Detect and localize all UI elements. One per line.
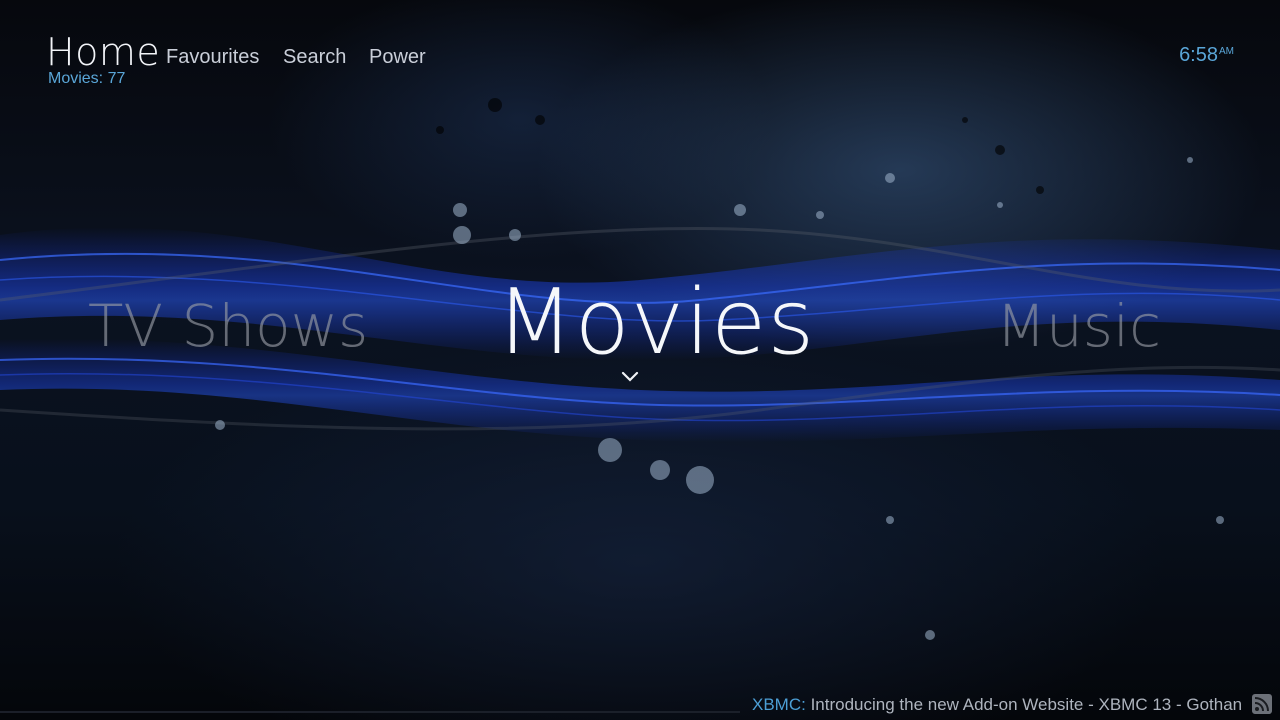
ticker-text: Introducing the new Add-on Website - XBM… [810, 695, 1243, 714]
menu-item-movies[interactable]: Movies [496, 270, 815, 375]
news-ticker[interactable]: XBMC: Introducing the new Add-on Website… [752, 695, 1252, 715]
menu-item-tv-shows[interactable]: TV Shows [88, 292, 368, 360]
rss-glyph [1254, 697, 1269, 712]
ticker-source: XBMC: [752, 695, 806, 714]
menu-item-music[interactable]: Music [996, 292, 1161, 360]
library-count: Movies: 77 [48, 70, 126, 87]
clock-time: 6:58 [1179, 44, 1218, 66]
nav-search[interactable]: Search [283, 46, 346, 69]
nav-favourites[interactable]: Favourites [166, 46, 259, 69]
chevron-down-icon[interactable] [621, 371, 639, 383]
page-title: Home [46, 30, 161, 74]
rss-icon [1252, 694, 1272, 714]
nav-power[interactable]: Power [369, 46, 426, 69]
clock-ampm: AM [1219, 46, 1234, 57]
bottom-bar [0, 711, 740, 713]
clock: 6:58AM [1179, 44, 1234, 67]
